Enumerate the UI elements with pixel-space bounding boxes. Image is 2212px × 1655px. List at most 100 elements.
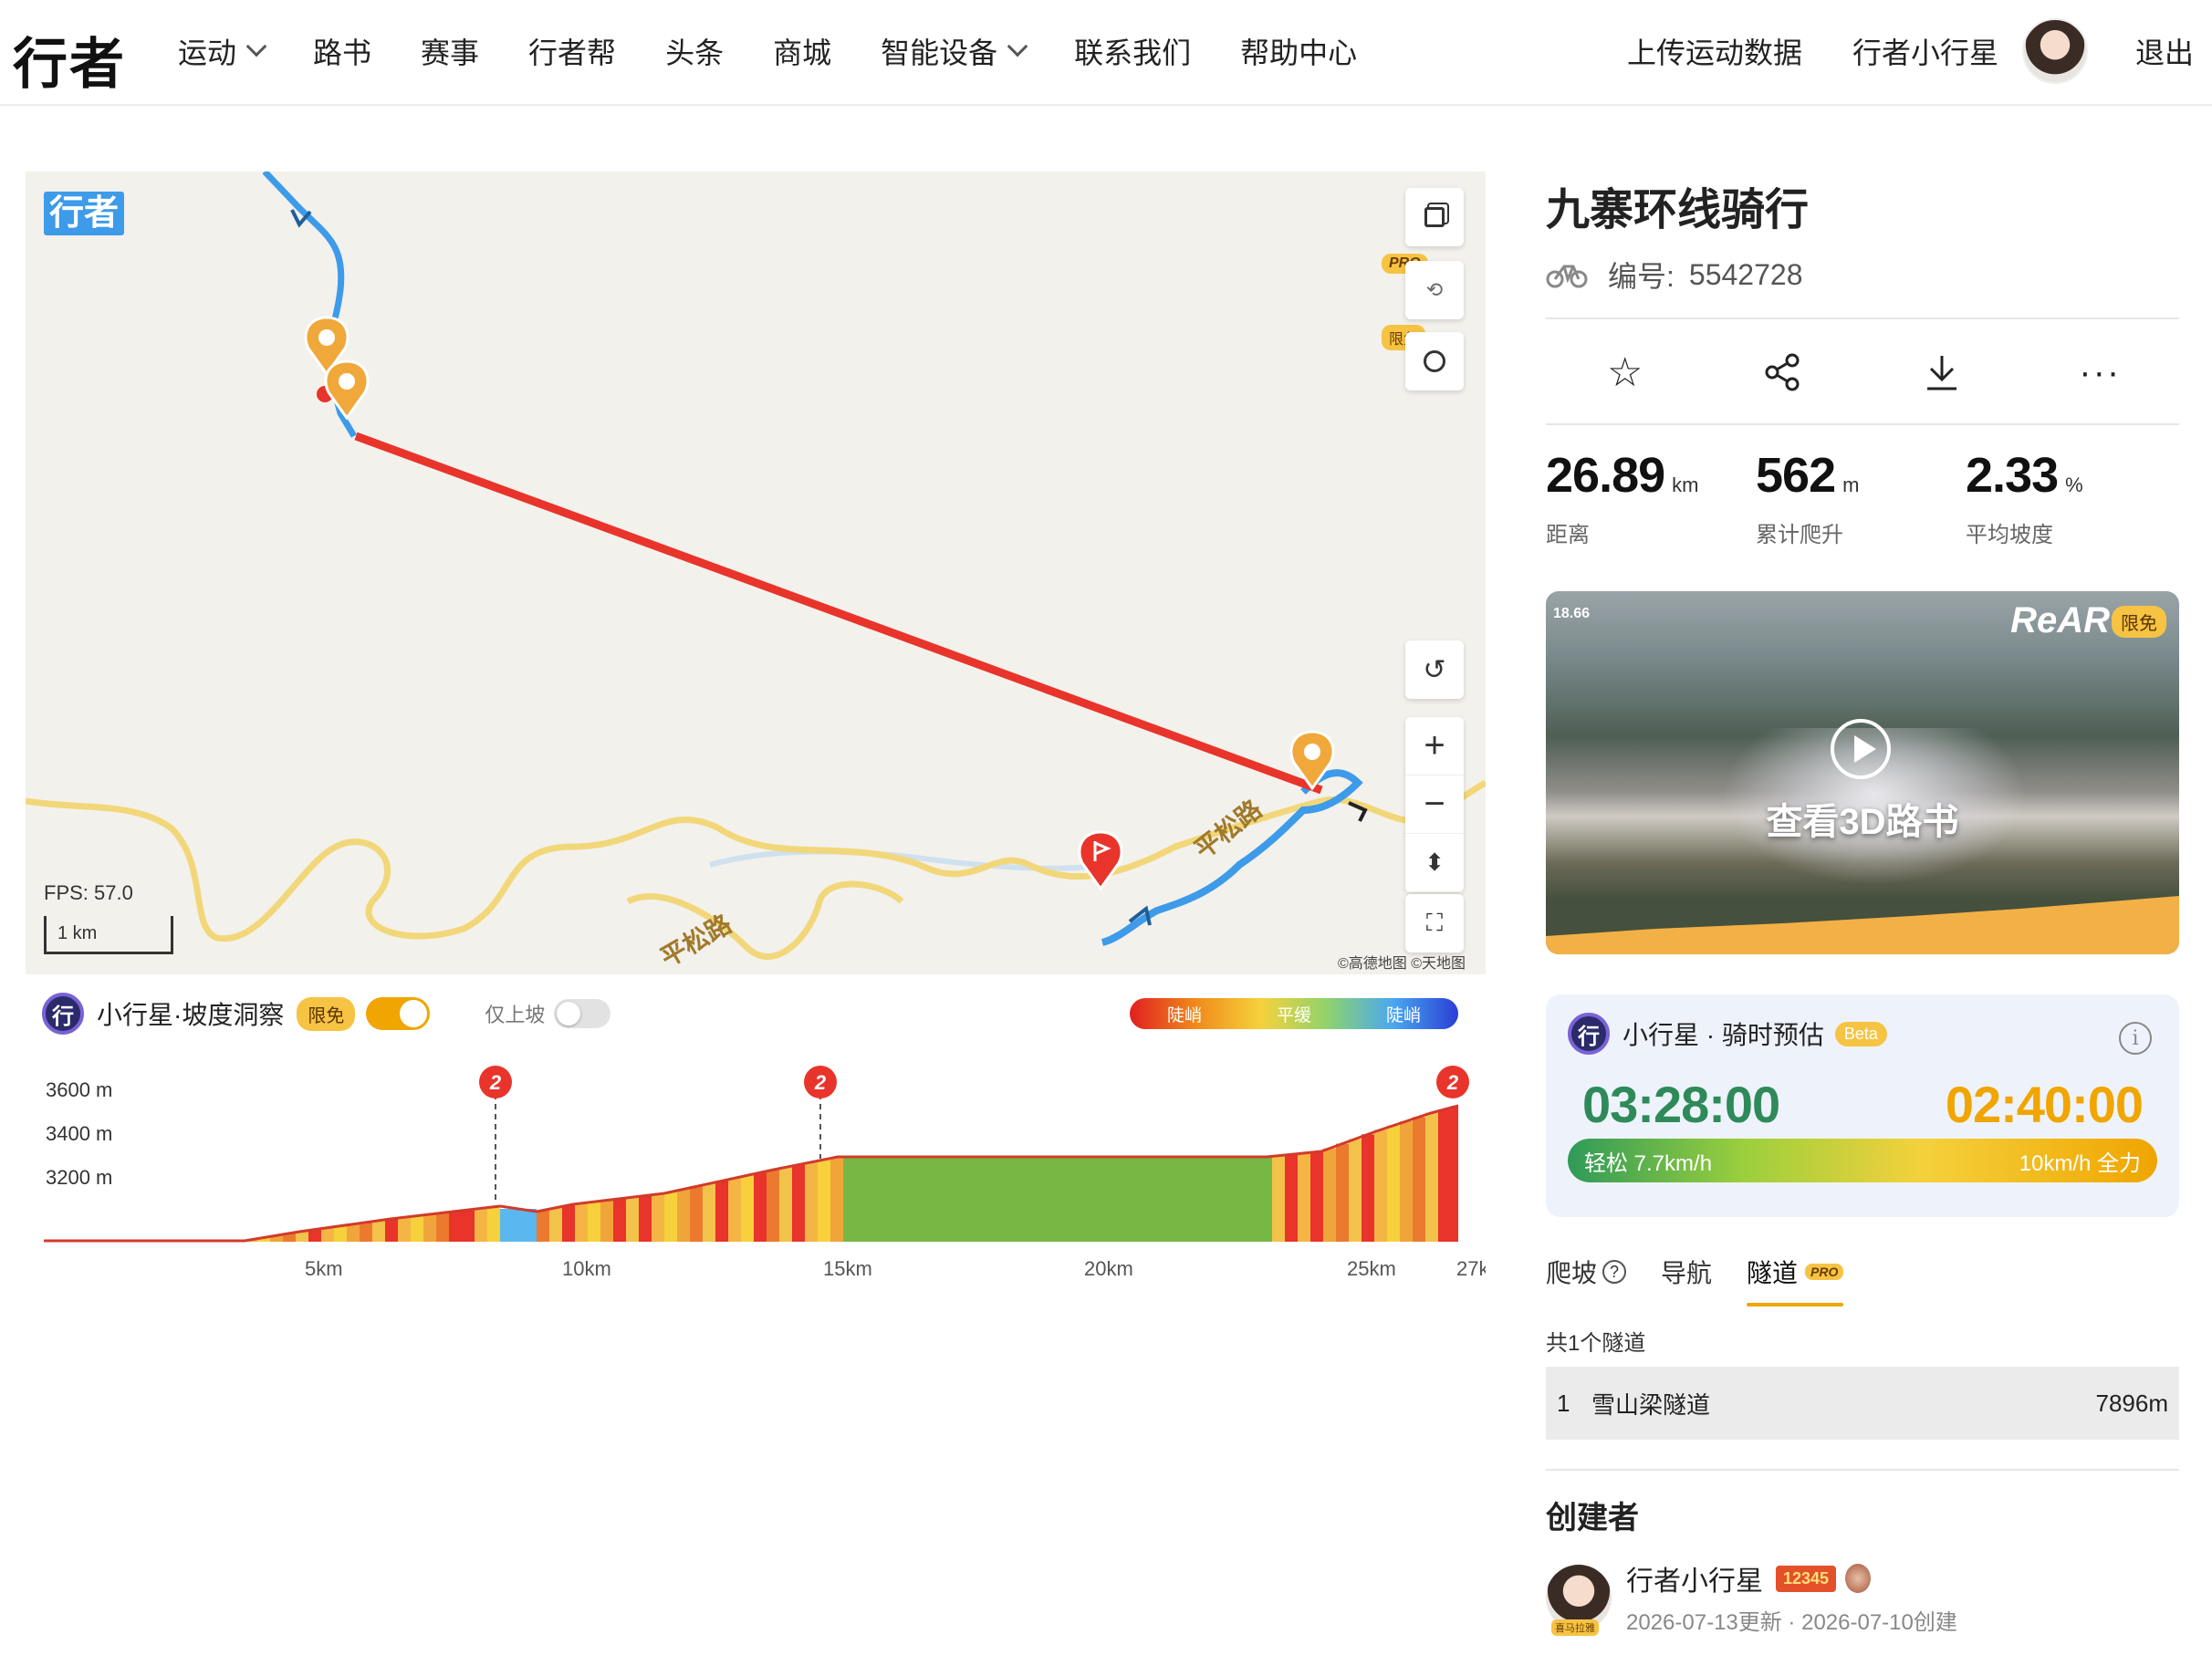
climb-category-marker[interactable]: 2 [1436, 1066, 1469, 1098]
layer-switch-button[interactable] [1405, 188, 1464, 246]
zoom-in-button[interactable]: + [1405, 717, 1464, 775]
nav-item-label: 帮助中心 [1240, 36, 1358, 69]
beta-badge: Beta [1834, 1021, 1887, 1046]
site-logo[interactable]: 行者 [13, 20, 126, 99]
elevation-bar [843, 1157, 1272, 1242]
elevation-bar [639, 1195, 652, 1242]
y-axis-label: 3400 m [46, 1122, 112, 1145]
ride-time-estimate-card: 行 小行星 · 骑时预估 Beta i 03:28:00 02:40:00 轻松… [1546, 994, 2179, 1217]
stat-value: 562 [1756, 448, 1836, 503]
favorite-button[interactable]: ☆ [1598, 345, 1653, 400]
logout-link[interactable]: 退出 [2135, 30, 2194, 72]
elevation-bar [1272, 1155, 1285, 1242]
tab-navigation[interactable]: 导航 [1661, 1254, 1712, 1290]
nav-item-devices[interactable]: 智能设备 [881, 30, 1028, 72]
elevation-bar [398, 1217, 411, 1242]
avatar[interactable] [2021, 18, 2088, 84]
fullscreen-icon: ⛶ [1425, 909, 1444, 936]
nav-item-contact[interactable]: 联系我们 [1074, 30, 1191, 72]
elevation-bar [626, 1197, 639, 1242]
easy-speed-label: 轻松 7.7km/h [1584, 1150, 1713, 1176]
nav-item-help[interactable]: 帮助中心 [1240, 30, 1357, 72]
username-link[interactable]: 行者小行星 [1852, 30, 1998, 72]
nav-item-routebook[interactable]: 路书 [313, 30, 371, 72]
nav-item-events[interactable]: 赛事 [421, 30, 479, 72]
stat-label: 平均坡度 [1966, 523, 2053, 547]
tunnel-name: 雪山梁隧道 [1591, 1390, 1711, 1419]
stat-unit: km [1672, 474, 1699, 496]
elevation-bar [321, 1227, 334, 1242]
nav-item-sport[interactable]: 运动 [178, 30, 267, 72]
estimate-header: 行 小行星 · 骑时预估 Beta [1568, 1013, 1887, 1055]
elevation-bar [818, 1160, 830, 1242]
elevation-bar [1336, 1143, 1349, 1242]
x-axis-label: 10km [562, 1257, 611, 1280]
route-map[interactable]: 行者 平松路 平松路 PRO ⟲ 限免 ↺ + − ⬍ ⛶ FPS: 57.0 … [26, 172, 1486, 974]
more-dots-icon: ··· [2079, 351, 2122, 392]
elevation-bar [1285, 1154, 1298, 1242]
free-badge: 限免 [297, 996, 356, 1031]
climb-category-marker[interactable]: 2 [804, 1066, 837, 1098]
slope-insight-toggle[interactable] [366, 997, 431, 1030]
elevation-bar [767, 1170, 779, 1242]
elevation-bar [613, 1198, 626, 1242]
download-button[interactable] [1915, 345, 1969, 400]
nav-item-club[interactable]: 行者帮 [528, 30, 616, 72]
elevation-bar [1387, 1125, 1400, 1242]
creator-name[interactable]: 行者小行星 [1626, 1558, 1763, 1598]
divider [1546, 1469, 2179, 1471]
video-speed-readout: 18.66 [1553, 606, 1591, 621]
elevation-bar [754, 1172, 767, 1242]
elevation-profile-chart[interactable]: 2 2 2 3600 m 3400 m 3200 m 5km 10km 15km… [26, 1049, 1486, 1296]
zoom-out-button[interactable]: − [1405, 775, 1464, 834]
reset-view-button[interactable]: ↺ [1405, 640, 1464, 699]
elevation-bar [385, 1218, 398, 1242]
3d-routebook-video[interactable]: 18.66 ReAR 限免 查看3D路书 [1546, 591, 2179, 954]
elevation-bar [1310, 1151, 1323, 1242]
poi-button[interactable] [1405, 332, 1464, 390]
elevation-bar [436, 1213, 449, 1242]
uphill-only-toggle[interactable] [554, 999, 611, 1028]
svg-text:2: 2 [1446, 1071, 1459, 1094]
nav-item-label: 行者帮 [528, 36, 617, 69]
help-icon[interactable]: ? [1602, 1260, 1627, 1284]
play-icon[interactable] [1831, 719, 1891, 779]
avatar[interactable]: 喜马拉雅 [1546, 1564, 1612, 1636]
rear-brand-logo: ReAR [2010, 600, 2110, 640]
share-button[interactable] [1756, 345, 1810, 400]
info-icon[interactable]: i [2119, 1022, 2152, 1055]
tunnel-row[interactable]: 1 雪山梁隧道 7896m [1546, 1367, 2179, 1440]
elevation-bar [741, 1175, 754, 1242]
header-user-area: 上传运动数据 行者小行星 退出 [1627, 0, 2194, 102]
3d-view-button[interactable]: ⟲ [1405, 261, 1464, 319]
nav-item-shop[interactable]: 商城 [773, 30, 831, 72]
nav-item-label: 联系我们 [1074, 36, 1192, 69]
map-logo: 行者 [44, 192, 125, 235]
elevation-bar [1362, 1134, 1374, 1242]
x-axis-label: 25km [1347, 1257, 1396, 1280]
tab-tunnel[interactable]: 隧道 PRO [1747, 1254, 1844, 1306]
climb-category-marker[interactable]: 2 [479, 1066, 512, 1098]
upload-data-link[interactable]: 上传运动数据 [1627, 30, 1802, 72]
more-button[interactable]: ··· [2072, 345, 2127, 400]
route-actions: ☆ ··· [1546, 321, 2179, 423]
stat-label: 累计爬升 [1756, 523, 1843, 547]
effort-gradient-bar: 轻松 7.7km/h 10km/h 全力 [1568, 1139, 2157, 1182]
mountain-road [26, 797, 1322, 942]
main-nav: 运动 路书 赛事 行者帮 头条 商城 智能设备 联系我们 帮助中心 [178, 0, 1406, 102]
elevation-bar [334, 1225, 347, 1242]
zoom-controls: + − ⬍ [1405, 717, 1464, 892]
elevation-bar [1400, 1121, 1413, 1242]
nav-item-headlines[interactable]: 头条 [665, 30, 724, 72]
slope-insight-title: 小行星·坡度洞察 [97, 1001, 285, 1029]
elevation-bar [588, 1202, 600, 1242]
fullscreen-button[interactable]: ⛶ [1405, 894, 1464, 952]
finish-flag-marker[interactable] [1078, 830, 1123, 891]
detail-tabs: 爬坡? 导航 隧道 PRO [1546, 1254, 1878, 1306]
elevation-bar [1451, 1106, 1458, 1242]
tab-label: 爬坡 [1546, 1259, 1598, 1287]
legend-steep-label: 陡峭 [1385, 1005, 1421, 1025]
tab-climb[interactable]: 爬坡? [1546, 1254, 1627, 1290]
compass-button[interactable]: ⬍ [1405, 834, 1464, 892]
waypoint-marker[interactable] [324, 359, 370, 421]
